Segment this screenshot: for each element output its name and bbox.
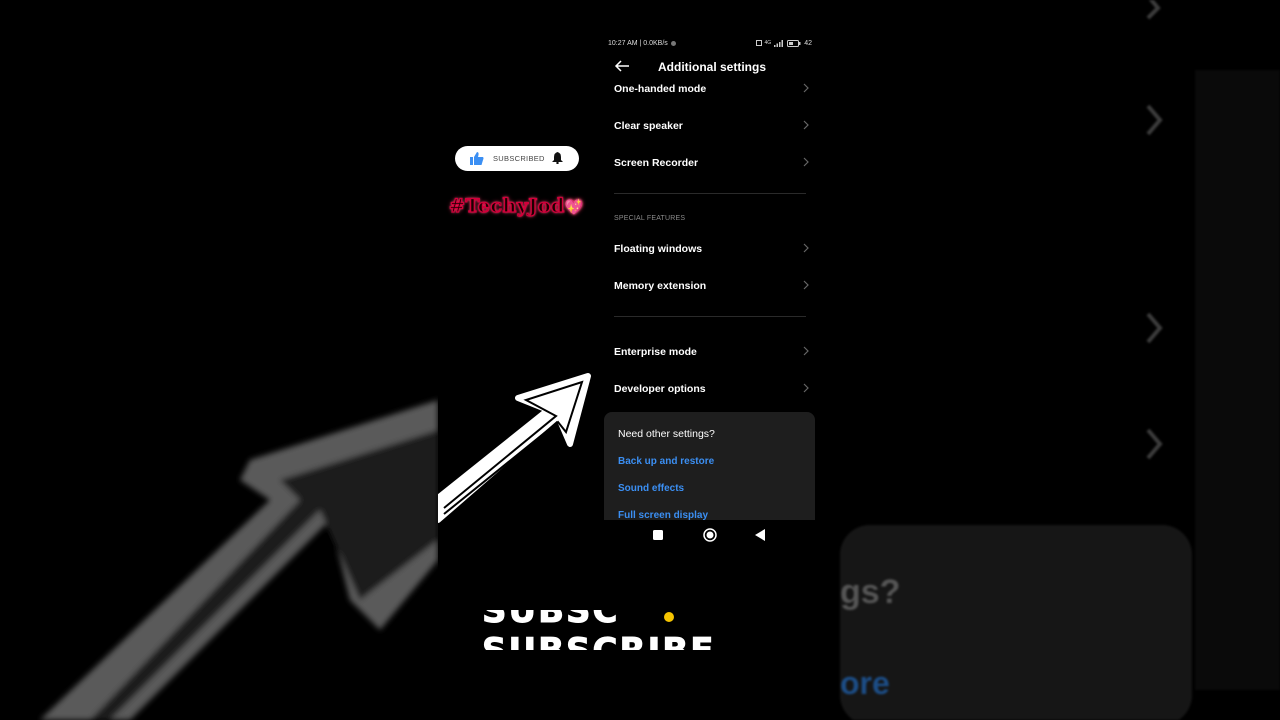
subscribe-overlay-text: SUBSC SUBSCRIBE (482, 610, 782, 650)
chevron-right-icon (803, 346, 809, 356)
subscribed-label: SUBSCRIBED (493, 154, 545, 163)
heart-icon: 💖 (564, 198, 585, 216)
background-left-blur (0, 0, 438, 720)
arrow-graphic (438, 373, 591, 523)
yellow-dot (664, 612, 674, 622)
setting-item-one-handed-mode[interactable]: One-handed mode (614, 80, 810, 100)
setting-item-clear-speaker[interactable]: Clear speaker (614, 117, 810, 137)
setting-item-floating-windows[interactable]: Floating windows (614, 240, 810, 260)
status-bar: 10:27 AM | 0.0KB/s 4G 42 (608, 38, 812, 48)
navigation-bar (604, 520, 816, 550)
link-full-screen-display[interactable]: Full screen display (618, 510, 708, 520)
setting-item-label: Developer options (614, 383, 706, 395)
page-title: Additional settings (658, 60, 766, 74)
hashtag-label: #TechyJod (448, 194, 565, 217)
hashtag-text: #TechyJod💖 (448, 194, 585, 217)
subscribe-line-2: SUBSCRIBE (482, 634, 782, 651)
subscribed-badge[interactable]: SUBSCRIBED (455, 146, 579, 171)
back-triangle-icon[interactable] (755, 529, 766, 541)
chevron-right-icon (803, 280, 809, 290)
settings-header: Additional settings (604, 58, 816, 78)
notification-dot-icon (670, 40, 676, 46)
setting-item-label: Clear speaker (614, 120, 683, 132)
sim-icon (755, 40, 762, 46)
divider (614, 193, 806, 194)
setting-item-developer-options[interactable]: Developer options (614, 380, 810, 400)
chevron-right-icon (803, 157, 809, 167)
setting-item-screen-recorder[interactable]: Screen Recorder (614, 154, 810, 174)
thumbs-up-icon (470, 152, 484, 165)
recents-square-icon[interactable] (653, 530, 663, 540)
setting-item-label: Enterprise mode (614, 346, 697, 358)
background-ghost-link: ore (840, 665, 890, 701)
setting-item-label: Screen Recorder (614, 157, 699, 169)
background-right-blur: gs? ore (840, 0, 1280, 720)
other-settings-card: Need other settings? Back up and restore… (604, 412, 815, 520)
other-settings-title: Need other settings? (618, 428, 715, 440)
chevron-right-icon (803, 83, 809, 93)
chevron-right-icon (803, 383, 809, 393)
setting-item-enterprise-mode[interactable]: Enterprise mode (614, 343, 810, 363)
battery-icon (787, 39, 801, 47)
blurred-chevrons-graphic (840, 0, 1280, 720)
status-time: 10:27 AM | 0.0KB/s (608, 39, 668, 47)
blurred-arrow-graphic (40, 400, 438, 720)
setting-item-memory-extension[interactable]: Memory extension (614, 277, 810, 297)
home-circle-icon[interactable] (703, 528, 717, 542)
divider (614, 316, 806, 317)
link-back-up-and-restore[interactable]: Back up and restore (618, 456, 714, 467)
signal-icon (774, 39, 784, 47)
network-type: 4G (764, 40, 772, 46)
back-arrow-icon[interactable] (614, 59, 630, 73)
background-ghost-text: gs? (840, 573, 901, 611)
bell-icon (552, 152, 563, 164)
section-title-special-features: SPECIAL FEATURES (614, 215, 686, 222)
chevron-right-icon (803, 243, 809, 253)
phone-screen: 10:27 AM | 0.0KB/s 4G 42 Additional sett… (604, 30, 816, 520)
chevron-right-icon (803, 120, 809, 130)
link-sound-effects[interactable]: Sound effects (618, 483, 684, 494)
setting-item-label: Floating windows (614, 243, 703, 255)
subscribe-line-1: SUBSC (482, 610, 620, 631)
battery-percent: 42 (804, 39, 812, 47)
setting-item-label: One-handed mode (614, 83, 707, 95)
setting-item-label: Memory extension (614, 280, 707, 292)
